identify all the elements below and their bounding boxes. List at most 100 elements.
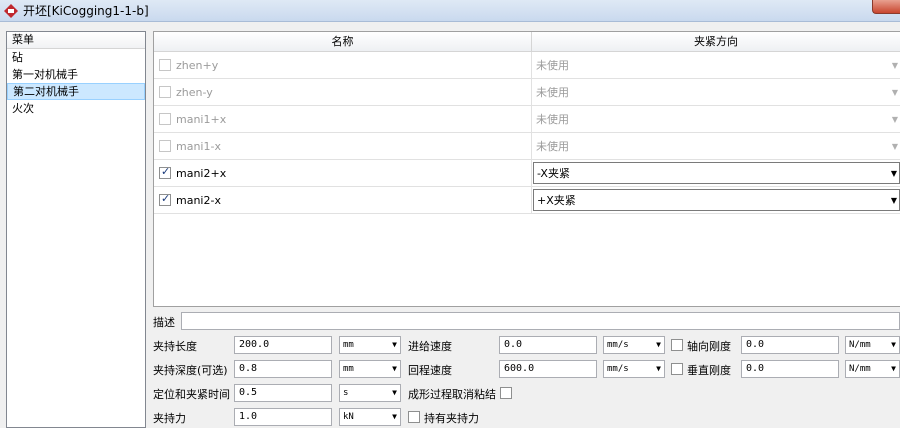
table-row: mani2+x -X夹紧 ▼ <box>154 160 900 187</box>
chevron-down-icon: ▼ <box>392 412 397 421</box>
clamp-time-label: 定位和夹紧时间 <box>153 388 230 401</box>
direction-dropdown[interactable]: 未使用 ▼ <box>533 54 900 76</box>
dropdown-value: 未使用 <box>536 86 569 99</box>
unit-value: N/mm <box>849 364 871 374</box>
grip-length-unit-select[interactable]: mm ▼ <box>339 336 401 354</box>
table-row: mani1-x 未使用 ▼ <box>154 133 900 160</box>
app-icon <box>4 3 18 18</box>
table-row: mani1+x 未使用 ▼ <box>154 106 900 133</box>
hold-force-checkbox[interactable] <box>408 411 420 423</box>
direction-cell: -X夹紧 ▼ <box>532 160 900 186</box>
grip-table: 名称 夹紧方向 zhen+y 未使用 ▼ zhen-y 未使用 ▼ mani1+… <box>153 31 900 307</box>
dropdown-value: +X夹紧 <box>537 194 576 207</box>
menu-item-manipulator-1[interactable]: 第一对机械手 <box>7 66 145 83</box>
direction-dropdown[interactable]: 未使用 ▼ <box>533 135 900 157</box>
cancel-stick-checkbox[interactable] <box>500 387 512 399</box>
clamp-time-input[interactable]: 0.5 <box>234 384 332 402</box>
clamp-time-unit-select[interactable]: s ▼ <box>339 384 401 402</box>
axial-stiffness-label: 轴向刚度 <box>687 340 731 353</box>
vertical-stiffness-unit-select[interactable]: N/mm ▼ <box>845 360 900 378</box>
axial-stiffness-checkbox[interactable] <box>671 339 683 351</box>
name-cell: mani2-x <box>154 187 532 213</box>
unit-value: N/mm <box>849 340 871 350</box>
direction-cell: 未使用 ▼ <box>532 106 900 132</box>
chevron-down-icon: ▼ <box>891 114 898 124</box>
row-checkbox[interactable] <box>159 86 171 98</box>
direction-cell: +X夹紧 ▼ <box>532 187 900 213</box>
chevron-down-icon: ▼ <box>656 364 661 373</box>
unit-value: mm/s <box>607 340 629 350</box>
name-cell: zhen-y <box>154 79 532 105</box>
window-title: 开坯[KiCogging1-1-b] <box>23 4 149 18</box>
cancel-stick-label: 成形过程取消粘结 <box>408 388 496 401</box>
unit-value: mm <box>343 364 354 374</box>
dropdown-value: 未使用 <box>536 113 569 126</box>
row-label: mani2+x <box>176 166 227 180</box>
close-button[interactable] <box>872 0 900 14</box>
feed-speed-input[interactable]: 0.0 <box>499 336 597 354</box>
dropdown-value: -X夹紧 <box>537 167 570 180</box>
vertical-stiffness-input[interactable]: 0.0 <box>741 360 839 378</box>
row-checkbox[interactable] <box>159 140 171 152</box>
direction-dropdown[interactable]: 未使用 ▼ <box>533 108 900 130</box>
column-header-name[interactable]: 名称 <box>154 32 532 51</box>
return-speed-label: 回程速度 <box>408 364 452 377</box>
row-label: zhen+y <box>176 58 219 72</box>
name-cell: zhen+y <box>154 52 532 78</box>
row-checkbox[interactable] <box>159 165 171 179</box>
unit-value: mm/s <box>607 364 629 374</box>
chevron-down-icon: ▼ <box>392 388 397 397</box>
chevron-down-icon: ▼ <box>890 195 897 205</box>
menu-item-manipulator-2[interactable]: 第二对机械手 <box>7 83 145 100</box>
direction-dropdown[interactable]: 未使用 ▼ <box>533 81 900 103</box>
table-header: 名称 夹紧方向 <box>154 32 900 52</box>
axial-stiffness-input[interactable]: 0.0 <box>741 336 839 354</box>
feed-speed-unit-select[interactable]: mm/s ▼ <box>603 336 665 354</box>
chevron-down-icon: ▼ <box>891 340 896 349</box>
row-label: mani1-x <box>176 139 221 153</box>
name-cell: mani1-x <box>154 133 532 159</box>
vertical-stiffness-checkbox[interactable] <box>671 363 683 375</box>
direction-dropdown[interactable]: +X夹紧 ▼ <box>533 189 900 211</box>
description-input[interactable] <box>181 312 900 330</box>
grip-length-label: 夹持长度 <box>153 340 197 353</box>
column-header-direction[interactable]: 夹紧方向 <box>532 32 900 51</box>
grip-depth-label: 夹持深度(可选) <box>153 364 228 377</box>
feed-speed-label: 进给速度 <box>408 340 452 353</box>
menu-item-heat[interactable]: 火次 <box>7 100 145 117</box>
unit-value: mm <box>343 340 354 350</box>
axial-stiffness-unit-select[interactable]: N/mm ▼ <box>845 336 900 354</box>
row-label: zhen-y <box>176 85 213 99</box>
chevron-down-icon: ▼ <box>891 60 898 70</box>
grip-length-input[interactable]: 200.0 <box>234 336 332 354</box>
menu-header: 菜单 <box>7 32 145 49</box>
title-bar: 开坯[KiCogging1-1-b] <box>0 0 900 22</box>
name-cell: mani1+x <box>154 106 532 132</box>
hold-force-label: 持有夹持力 <box>424 412 479 425</box>
row-label: mani1+x <box>176 112 227 126</box>
chevron-down-icon: ▼ <box>891 141 898 151</box>
grip-depth-input[interactable]: 0.8 <box>234 360 332 378</box>
row-checkbox[interactable] <box>159 59 171 71</box>
row-checkbox[interactable] <box>159 113 171 125</box>
grip-depth-unit-select[interactable]: mm ▼ <box>339 360 401 378</box>
direction-cell: 未使用 ▼ <box>532 79 900 105</box>
chevron-down-icon: ▼ <box>891 364 896 373</box>
chevron-down-icon: ▼ <box>890 168 897 178</box>
grip-force-input[interactable]: 1.0 <box>234 408 332 426</box>
chevron-down-icon: ▼ <box>392 364 397 373</box>
direction-dropdown[interactable]: -X夹紧 ▼ <box>533 162 900 184</box>
unit-value: s <box>343 388 349 398</box>
row-checkbox[interactable] <box>159 192 171 206</box>
menu-item-anvil[interactable]: 砧 <box>7 49 145 66</box>
vertical-stiffness-label: 垂直刚度 <box>687 364 731 377</box>
menu-panel: 菜单 砧 第一对机械手 第二对机械手 火次 <box>6 31 146 428</box>
return-speed-unit-select[interactable]: mm/s ▼ <box>603 360 665 378</box>
row-label: mani2-x <box>176 193 221 207</box>
grip-force-unit-select[interactable]: kN ▼ <box>339 408 401 426</box>
unit-value: kN <box>343 412 354 422</box>
table-row: mani2-x +X夹紧 ▼ <box>154 187 900 214</box>
return-speed-input[interactable]: 600.0 <box>499 360 597 378</box>
direction-cell: 未使用 ▼ <box>532 52 900 78</box>
table-row: zhen+y 未使用 ▼ <box>154 52 900 79</box>
